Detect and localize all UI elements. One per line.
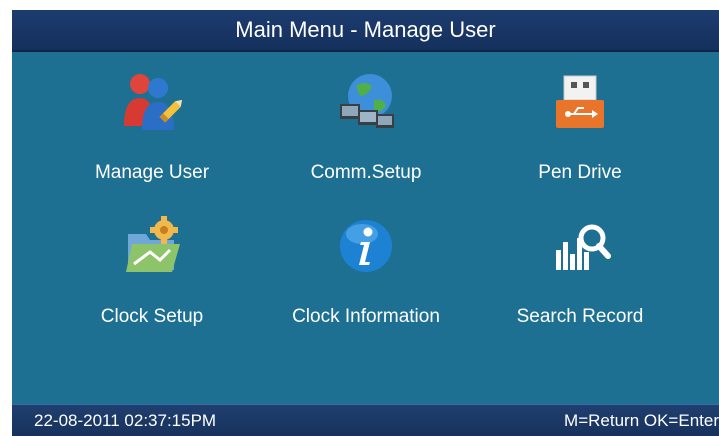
menu-item-label: Search Record [516,306,644,327]
page-title: Main Menu - Manage User [235,17,496,42]
key-hints: M=Return OK=Enter [564,411,719,430]
folder-gear-icon [126,216,180,272]
menu-item-label: Comm.Setup [310,162,422,183]
users-pencil-icon [124,74,183,130]
menu-item-comm-setup[interactable]: Comm.Setup [256,62,476,192]
menu-item-clock-setup[interactable]: Clock Setup [42,206,262,336]
network-globe-icon [340,74,394,128]
status-bar: 22-08-2011 02:37:15PM M=Return OK=Enter [12,404,719,436]
menu-item-search-record[interactable]: Search Record [470,206,690,336]
menu-item-label: Clock Setup [100,306,204,327]
usb-drive-icon [556,75,604,128]
title-bar: Main Menu - Manage User [12,10,719,52]
menu-item-pen-drive[interactable]: Pen Drive [470,62,690,192]
device-screen: Main Menu - Manage User Manage User Comm… [12,10,719,436]
menu-item-manage-user[interactable]: Manage User [42,62,262,192]
datetime-display: 22-08-2011 02:37:15PM [34,411,217,430]
menu-item-label: Pen Drive [538,162,622,183]
menu-item-label: Manage User [94,162,210,183]
search-chart-icon [556,224,611,270]
menu-item-label: Clock Information [292,306,440,327]
menu-item-clock-information[interactable]: Clock Information [256,206,476,336]
menu-grid: Manage User Comm.Setup Pen Drive Clock S… [12,52,719,404]
info-icon [340,220,392,272]
